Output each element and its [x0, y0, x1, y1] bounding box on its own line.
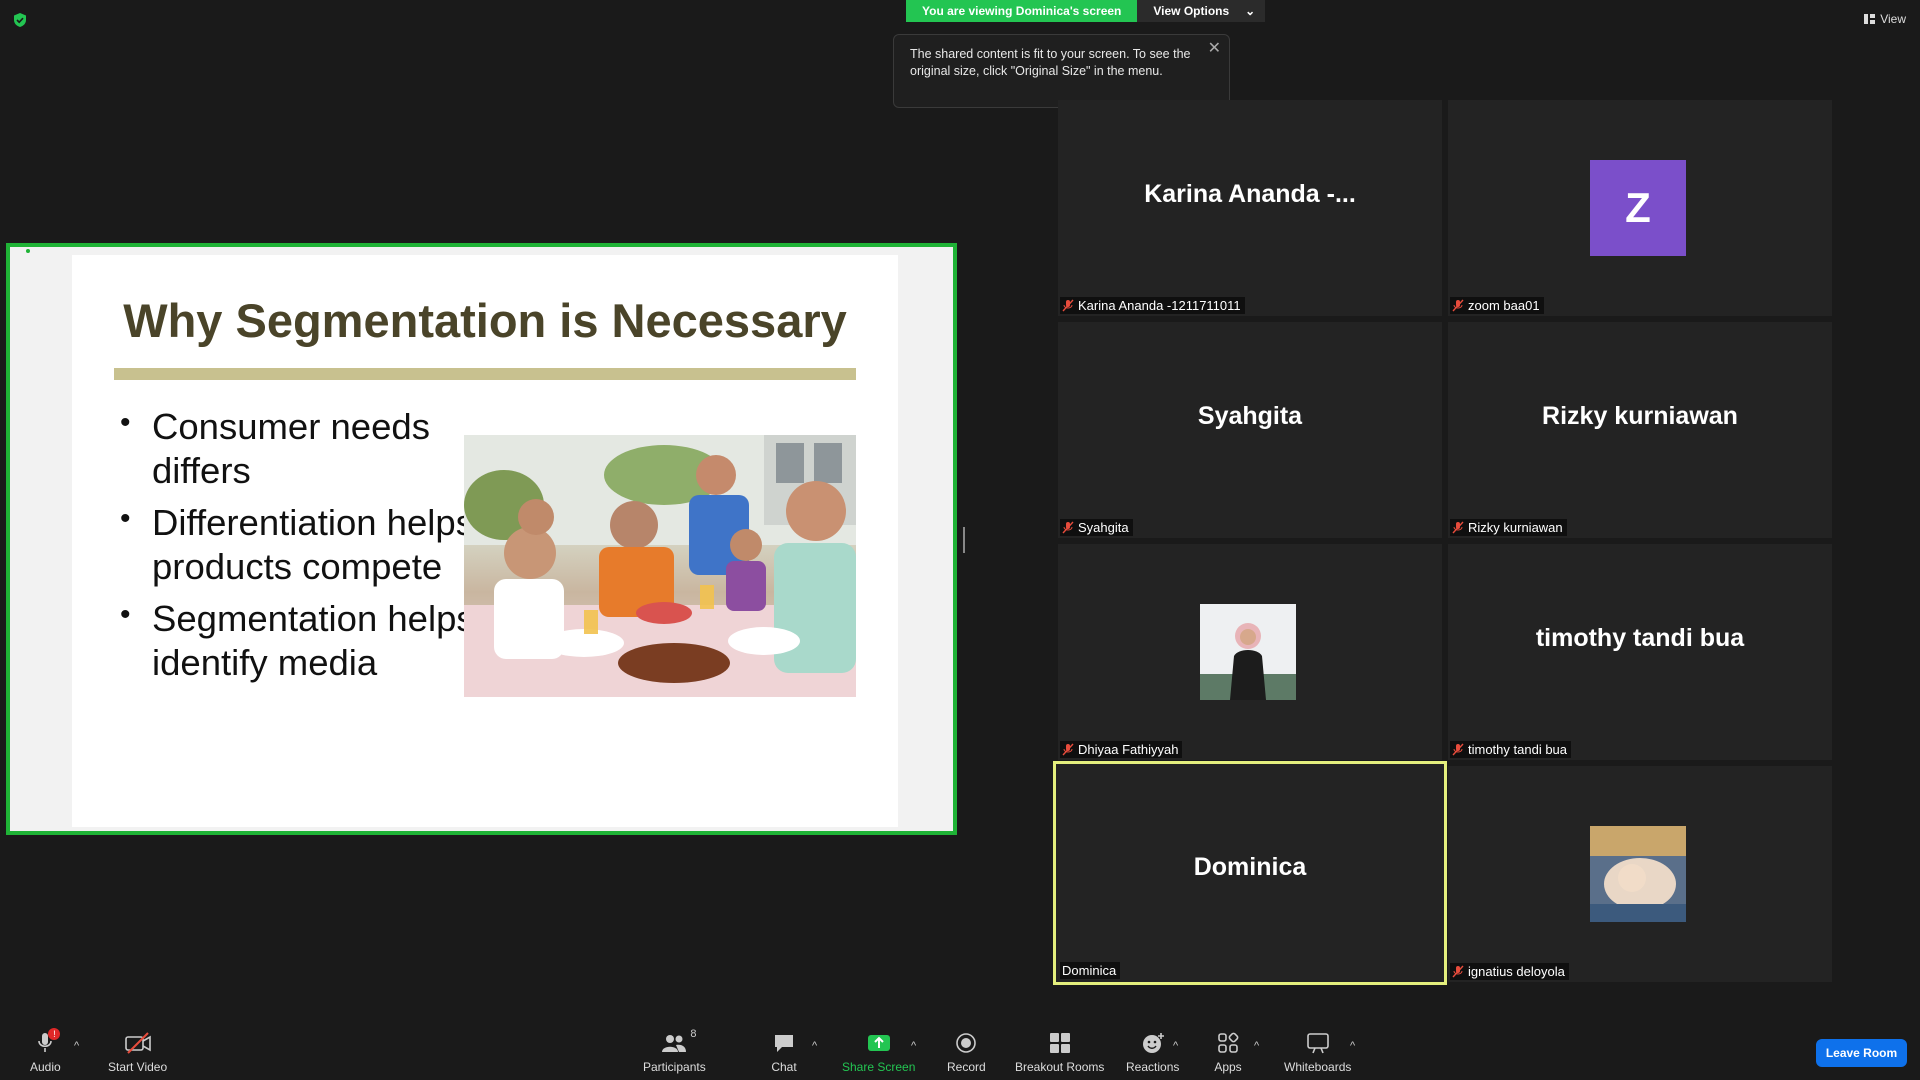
close-icon[interactable]: ✕	[1208, 40, 1221, 57]
participant-label: timothy tandi bua	[1450, 741, 1572, 758]
shared-screen[interactable]: Why Segmentation is Necessary Consumer n…	[6, 243, 957, 835]
participant-tile[interactable]: Syahgita Syahgita	[1058, 322, 1442, 538]
participant-tile[interactable]: Dhiyaa Fathiyyah	[1058, 544, 1442, 760]
family-dinner-photo	[464, 435, 856, 697]
breakout-rooms-icon	[1049, 1033, 1070, 1053]
reactions-options-caret[interactable]: ^	[1173, 1040, 1178, 1052]
mic-muted-icon	[1062, 743, 1074, 756]
whiteboards-label: Whiteboards	[1284, 1060, 1352, 1074]
grid-view-icon	[1864, 14, 1876, 24]
video-off-icon	[124, 1032, 151, 1054]
mic-muted-icon	[1062, 299, 1074, 312]
mic-muted-icon	[1452, 299, 1464, 312]
whiteboards-button[interactable]: Whiteboards	[1284, 1030, 1351, 1074]
chat-button[interactable]: Chat	[770, 1030, 798, 1074]
view-options-label: View Options	[1153, 4, 1230, 18]
chat-icon	[775, 1035, 793, 1052]
participant-label: zoom baa01	[1450, 297, 1544, 314]
whiteboard-icon	[1306, 1033, 1329, 1054]
apps-label: Apps	[1214, 1060, 1242, 1074]
meeting-toolbar: ! Audio ^ Start Video 8 Participants Cha…	[0, 1012, 1920, 1080]
profile-photo	[1200, 604, 1296, 700]
slide-title: Why Segmentation is Necessary	[123, 294, 847, 347]
start-video-button[interactable]: Start Video	[108, 1030, 167, 1074]
participant-label: Rizky kurniawan	[1450, 519, 1567, 536]
presentation-slide: Why Segmentation is Necessary Consumer n…	[72, 255, 898, 827]
participant-name-display: Karina Ananda -...	[1144, 180, 1356, 208]
mic-muted-icon	[1452, 743, 1464, 756]
share-screen-label: Share Screen	[842, 1060, 916, 1074]
participant-name-display: Syahgita	[1197, 402, 1303, 430]
participants-button[interactable]: 8 Participants	[643, 1028, 706, 1074]
participant-label: Dhiyaa Fathiyyah	[1060, 741, 1183, 758]
participant-tile-active-speaker[interactable]: Dominica Dominica	[1053, 761, 1447, 985]
bullet-item: Differentiation helpsproducts compete	[120, 497, 482, 589]
slide-bullets: Consumer needsdiffers Differentiation he…	[120, 401, 482, 693]
title-rule	[114, 368, 856, 380]
tooltip-text: The shared content is fit to your screen…	[910, 47, 1191, 78]
share-options-caret[interactable]: ^	[911, 1040, 916, 1052]
reactions-button[interactable]: Reactions	[1126, 1030, 1179, 1074]
participants-label: Participants	[643, 1060, 706, 1074]
participant-label: Karina Ananda -1211711011	[1060, 297, 1245, 314]
apps-options-caret[interactable]: ^	[1254, 1040, 1259, 1052]
reactions-icon	[1142, 1033, 1164, 1053]
share-screen-icon	[867, 1035, 890, 1051]
record-label: Record	[947, 1060, 986, 1074]
view-label: View	[1880, 12, 1906, 26]
participant-tile[interactable]: timothy tandi bua timothy tandi bua	[1448, 544, 1832, 760]
audio-alert-badge: !	[48, 1028, 61, 1040]
participant-tile[interactable]: Z zoom baa01	[1448, 100, 1832, 316]
participants-count: 8	[690, 1028, 697, 1040]
audio-label: Audio	[30, 1060, 61, 1074]
bullet-item: Consumer needsdiffers	[120, 401, 482, 493]
reactions-label: Reactions	[1126, 1060, 1180, 1074]
avatar: Z	[1590, 160, 1686, 256]
audio-button[interactable]: ! Audio	[30, 1028, 61, 1074]
participant-label: Syahgita	[1060, 519, 1133, 536]
apps-icon	[1218, 1032, 1239, 1053]
viewing-text: You are viewing Dominica's screen	[906, 0, 1138, 22]
participants-icon	[662, 1035, 687, 1052]
participant-name-display: Dominica	[1193, 853, 1307, 881]
view-options-button[interactable]: View Options ⌄	[1137, 0, 1266, 22]
mic-muted-icon	[1062, 521, 1074, 534]
audio-options-caret[interactable]: ^	[74, 1040, 79, 1052]
participant-tile[interactable]: Karina Ananda -... Karina Ananda -121171…	[1058, 100, 1442, 316]
viewing-banner: You are viewing Dominica's screen View O…	[906, 0, 1266, 22]
view-button[interactable]: View	[1864, 12, 1906, 26]
breakout-rooms-button[interactable]: Breakout Rooms	[1015, 1030, 1104, 1074]
participant-tile[interactable]: ignatius deloyola	[1448, 766, 1832, 982]
whiteboards-options-caret[interactable]: ^	[1350, 1040, 1355, 1052]
mic-muted-icon	[1452, 521, 1464, 534]
participant-tile[interactable]: Rizky kurniawan Rizky kurniawan	[1448, 322, 1832, 538]
participant-name-display: Rizky kurniawan	[1542, 402, 1738, 430]
chat-options-caret[interactable]: ^	[812, 1040, 817, 1052]
record-button[interactable]: Record	[947, 1030, 986, 1074]
splitter-handle[interactable]	[963, 527, 965, 553]
participant-name-display: timothy tandi bua	[1535, 624, 1745, 652]
breakout-rooms-label: Breakout Rooms	[1015, 1060, 1105, 1074]
share-screen-button[interactable]: Share Screen	[842, 1030, 915, 1074]
participant-label: Dominica	[1060, 962, 1121, 979]
profile-photo	[1590, 826, 1686, 922]
mic-muted-icon	[1452, 965, 1464, 978]
fit-screen-tooltip: The shared content is fit to your screen…	[893, 34, 1230, 108]
apps-button[interactable]: Apps	[1214, 1030, 1242, 1074]
record-icon	[956, 1033, 977, 1053]
share-indicator-dot	[26, 249, 30, 253]
chat-label: Chat	[771, 1060, 797, 1074]
bullet-item: Segmentation helpsidentify media	[120, 593, 482, 685]
participant-label: ignatius deloyola	[1450, 963, 1569, 980]
security-shield-icon[interactable]	[12, 12, 28, 28]
leave-room-button[interactable]: Leave Room	[1816, 1039, 1907, 1067]
chevron-down-icon: ⌄	[1245, 4, 1256, 18]
start-video-label: Start Video	[108, 1060, 168, 1074]
